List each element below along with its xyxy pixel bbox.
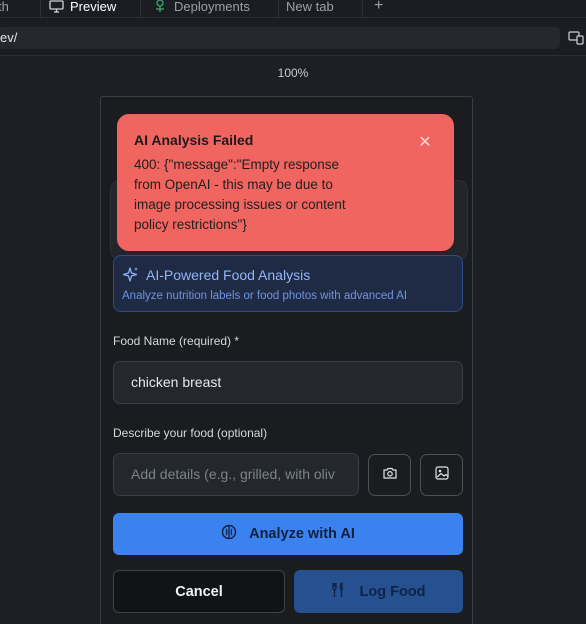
- ai-banner-subtitle: Analyze nutrition labels or food photos …: [122, 290, 408, 302]
- zoom-level: 100%: [277, 66, 309, 80]
- food-name-label: Food Name (required) *: [113, 334, 240, 348]
- device-toggle-icon[interactable]: [568, 31, 584, 45]
- analyze-button-label: Analyze with AI: [249, 526, 355, 542]
- error-toast: AI Analysis Failed 400: {"message":"Empt…: [117, 114, 454, 251]
- utensils-icon: [331, 581, 345, 602]
- url-input[interactable]: ev/: [0, 27, 560, 49]
- log-button-label: Log Food: [359, 583, 426, 600]
- camera-icon: [382, 466, 397, 484]
- tab-preview[interactable]: Preview: [48, 0, 116, 18]
- analyze-with-ai-button[interactable]: Analyze with AI: [113, 513, 463, 555]
- tab-divider: [40, 0, 41, 18]
- cancel-button[interactable]: Cancel: [113, 570, 285, 613]
- tab-label: Preview: [70, 0, 117, 14]
- tab-divider: [278, 0, 279, 18]
- image-icon: [434, 465, 449, 485]
- tab-new[interactable]: New tab: [286, 0, 334, 18]
- close-icon[interactable]: ✕: [418, 135, 432, 151]
- describe-label: Describe your food (optional): [113, 426, 268, 440]
- toast-title: AI Analysis Failed: [134, 132, 254, 148]
- browser-tab-bar: th Preview Deployments New tab +: [0, 0, 586, 18]
- cancel-button-label: Cancel: [175, 583, 223, 600]
- monitor-icon: [48, 0, 64, 14]
- plus-icon: +: [374, 0, 384, 14]
- upload-image-button[interactable]: [420, 454, 463, 496]
- ai-banner-title: AI-Powered Food Analysis: [146, 267, 311, 283]
- camera-button[interactable]: [368, 454, 411, 496]
- sparkles-icon: [122, 266, 140, 284]
- brain-icon: [221, 524, 237, 544]
- toast-message: 400: {"message":"Empty response from Ope…: [134, 157, 346, 232]
- food-name-input[interactable]: chicken breast: [113, 361, 463, 404]
- tab-partial[interactable]: th: [0, 0, 9, 18]
- ai-analysis-banner: AI-Powered Food Analysis Analyze nutriti…: [113, 255, 463, 312]
- tab-divider: [362, 0, 363, 18]
- describe-input[interactable]: Add details (e.g., grilled, with oliv: [113, 453, 359, 496]
- deployments-icon: [152, 0, 168, 14]
- tab-divider: [140, 0, 141, 18]
- tab-deployments[interactable]: Deployments: [152, 0, 250, 18]
- log-food-button[interactable]: Log Food: [294, 570, 463, 613]
- tab-label: New tab: [286, 0, 334, 14]
- tab-label: Deployments: [174, 0, 250, 14]
- url-row: ev/: [0, 18, 586, 56]
- tab-label: th: [0, 0, 9, 14]
- new-tab-button[interactable]: +: [374, 0, 383, 18]
